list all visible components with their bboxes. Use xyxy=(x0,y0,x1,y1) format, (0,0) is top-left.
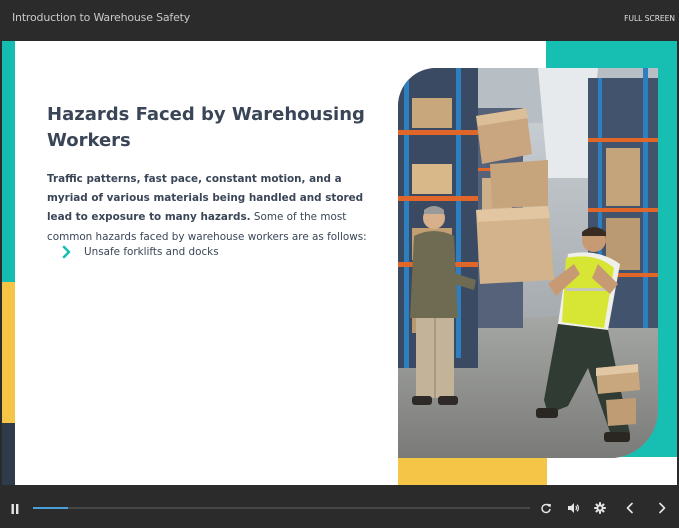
course-title: Introduction to Warehouse Safety xyxy=(12,11,191,24)
left-accent-teal xyxy=(2,41,15,282)
left-accent-yellow xyxy=(2,282,15,423)
replay-icon[interactable] xyxy=(540,502,552,514)
top-bar: Introduction to Warehouse Safety FULL SC… xyxy=(0,0,679,38)
progress-fill xyxy=(33,507,68,509)
left-accent-dark xyxy=(2,423,15,485)
prev-icon[interactable] xyxy=(625,502,635,514)
bullet-label: Unsafe forklifts and docks xyxy=(84,246,219,258)
next-icon[interactable] xyxy=(657,502,667,514)
warehouse-photo xyxy=(398,68,658,458)
bottom-accent-yellow xyxy=(398,457,547,485)
slide-body: Traffic patterns, fast pace, constant mo… xyxy=(47,170,369,247)
slide: Hazards Faced by Warehousing Workers Tra… xyxy=(2,41,677,485)
slide-heading: Hazards Faced by Warehousing Workers xyxy=(47,104,365,151)
fullscreen-button[interactable]: FULL SCREEN xyxy=(624,14,675,23)
player-controls xyxy=(0,488,679,528)
pause-icon[interactable] xyxy=(10,503,20,515)
photo-illustration xyxy=(398,68,658,458)
progress-bar[interactable] xyxy=(33,507,530,509)
volume-icon[interactable] xyxy=(567,502,580,514)
settings-icon[interactable] xyxy=(594,502,606,514)
chevron-right-icon xyxy=(62,245,71,259)
